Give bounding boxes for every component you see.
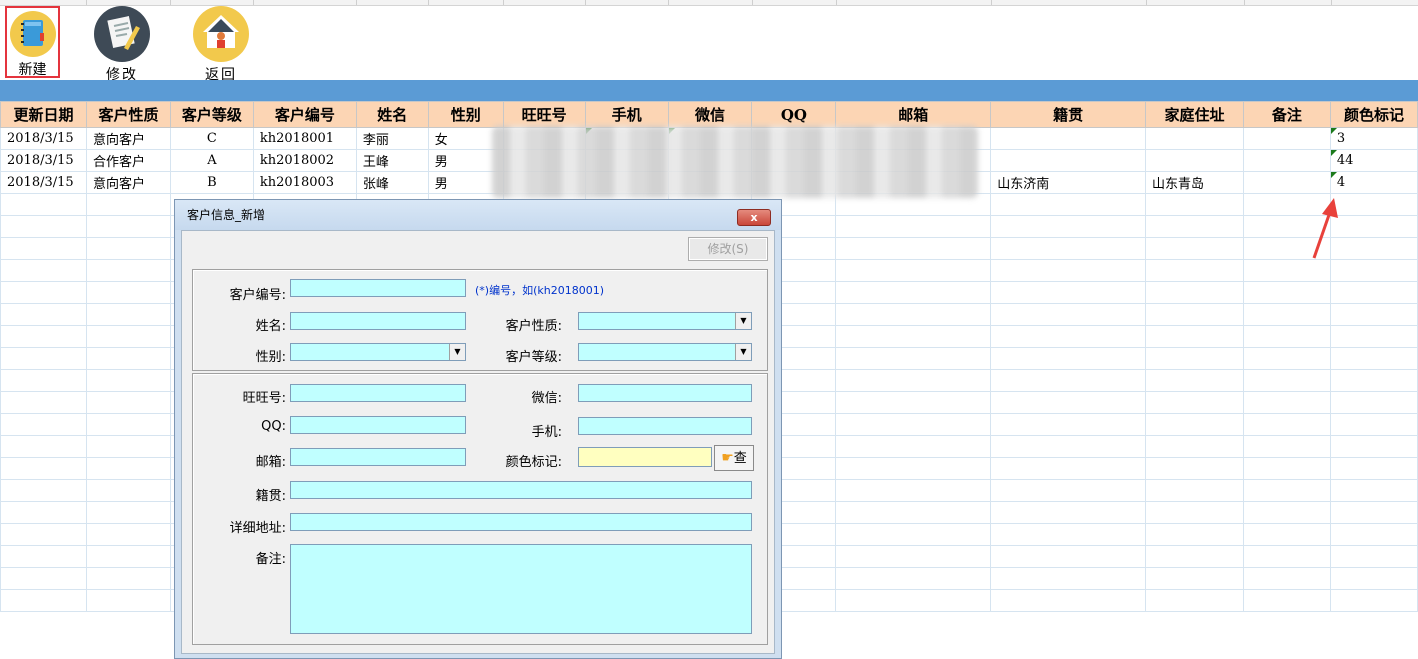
cell-name[interactable]: 张峰 bbox=[355, 171, 429, 194]
wangwang-label: 旺旺号: bbox=[242, 391, 286, 406]
notebook-icon bbox=[9, 11, 56, 57]
cell-color[interactable]: 44 bbox=[1329, 149, 1418, 172]
edit-document-icon bbox=[94, 6, 150, 62]
col-header[interactable]: 籍贯 bbox=[990, 101, 1147, 128]
cell-nature[interactable]: 合作客户 bbox=[85, 149, 171, 172]
customer-dialog: 客户信息_新增 x 修改(S) 客户编号: (*)编号，如(kh2018001)… bbox=[174, 199, 782, 659]
native-label: 籍贯: bbox=[255, 489, 286, 504]
name-label: 姓名: bbox=[255, 319, 286, 334]
home-icon bbox=[193, 6, 249, 62]
cell-color-value: 4 bbox=[1336, 175, 1346, 190]
cell-date[interactable]: 2018/3/15 bbox=[0, 127, 87, 150]
cell-name[interactable]: 王峰 bbox=[355, 149, 429, 172]
cell-native[interactable]: 山东济南 bbox=[990, 171, 1147, 194]
level-select[interactable]: ▼ bbox=[578, 343, 752, 361]
level-label: 客户等级: bbox=[505, 350, 562, 365]
cell-remark[interactable] bbox=[1242, 171, 1331, 194]
cell-level[interactable]: A bbox=[169, 149, 254, 172]
col-header[interactable]: QQ bbox=[751, 101, 837, 128]
col-header[interactable]: 姓名 bbox=[355, 101, 429, 128]
email-input[interactable] bbox=[290, 448, 466, 466]
email-label: 邮箱: bbox=[255, 455, 286, 470]
gender-select[interactable]: ▼ bbox=[290, 343, 466, 361]
cell-native[interactable] bbox=[990, 127, 1147, 150]
edit-toolbar-button[interactable]: 修改 bbox=[92, 6, 152, 84]
cell-name[interactable]: 李丽 bbox=[355, 127, 429, 150]
cell-nature[interactable]: 意向客户 bbox=[85, 127, 171, 150]
cell-level[interactable]: C bbox=[169, 127, 254, 150]
cell-nature[interactable]: 意向客户 bbox=[85, 171, 171, 194]
close-button[interactable]: x bbox=[737, 209, 771, 226]
cell-native[interactable] bbox=[990, 149, 1147, 172]
cell-color[interactable]: 3 bbox=[1329, 127, 1418, 150]
remark-textarea[interactable] bbox=[290, 544, 752, 634]
cell-address[interactable] bbox=[1145, 149, 1244, 172]
cell-remark[interactable] bbox=[1242, 127, 1331, 150]
cell-id[interactable]: kh2018002 bbox=[252, 149, 357, 172]
cell-color-value: 44 bbox=[1336, 153, 1354, 168]
address-input[interactable] bbox=[290, 513, 752, 531]
cell-level[interactable]: B bbox=[169, 171, 254, 194]
new-button[interactable]: 新建 bbox=[5, 6, 60, 78]
address-label: 详细地址: bbox=[229, 521, 286, 536]
cell-color[interactable]: 4 bbox=[1329, 171, 1418, 194]
wechat-input[interactable] bbox=[578, 384, 752, 402]
edit-button[interactable]: 修改(S) bbox=[688, 237, 768, 261]
cell-address[interactable] bbox=[1145, 127, 1244, 150]
col-header[interactable]: 家庭住址 bbox=[1145, 101, 1244, 128]
remark-label: 备注: bbox=[255, 552, 286, 567]
cell-address[interactable]: 山东青岛 bbox=[1145, 171, 1244, 194]
close-icon: x bbox=[750, 211, 758, 224]
cell-date[interactable]: 2018/3/15 bbox=[0, 149, 87, 172]
col-header[interactable]: 性别 bbox=[427, 101, 504, 128]
col-header[interactable]: 邮箱 bbox=[835, 101, 992, 128]
col-header[interactable]: 更新日期 bbox=[0, 101, 87, 128]
wechat-label: 微信: bbox=[531, 391, 562, 406]
col-header[interactable]: 手机 bbox=[584, 101, 669, 128]
annotation-arrow-icon bbox=[1312, 198, 1338, 259]
lookup-button[interactable]: ☛查 bbox=[714, 445, 754, 471]
cell-id[interactable]: kh2018003 bbox=[252, 171, 357, 194]
chevron-down-icon: ▼ bbox=[735, 344, 751, 360]
chevron-down-icon: ▼ bbox=[449, 344, 465, 360]
native-input[interactable] bbox=[290, 481, 752, 499]
hand-pointer-icon: ☛ bbox=[721, 450, 734, 466]
nature-label: 客户性质: bbox=[505, 319, 562, 334]
cell-date[interactable]: 2018/3/15 bbox=[0, 171, 87, 194]
qq-input[interactable] bbox=[290, 416, 466, 434]
lookup-label: 查 bbox=[733, 451, 747, 466]
cust-id-hint: (*)编号，如(kh2018001) bbox=[475, 284, 604, 297]
color-input[interactable] bbox=[578, 447, 712, 467]
col-header[interactable]: 客户性质 bbox=[85, 101, 171, 128]
col-header[interactable]: 旺旺号 bbox=[502, 101, 586, 128]
gender-label: 性别: bbox=[255, 350, 286, 365]
color-label: 颜色标记: bbox=[505, 455, 562, 470]
cell-color-value: 3 bbox=[1336, 131, 1346, 146]
col-header[interactable]: 微信 bbox=[667, 101, 753, 128]
redacted-contact-info bbox=[492, 126, 978, 198]
cust-id-label: 客户编号: bbox=[229, 288, 286, 303]
col-header[interactable]: 客户等级 bbox=[169, 101, 254, 128]
dialog-body: 修改(S) 客户编号: (*)编号，如(kh2018001) 姓名: 客户性质:… bbox=[181, 230, 775, 654]
col-header[interactable]: 颜色标记 bbox=[1329, 101, 1418, 128]
new-label: 新建 bbox=[18, 62, 47, 78]
blue-band bbox=[0, 80, 1418, 101]
col-header[interactable]: 备注 bbox=[1242, 101, 1331, 128]
wangwang-input[interactable] bbox=[290, 384, 466, 402]
chevron-down-icon: ▼ bbox=[735, 313, 751, 329]
name-input[interactable] bbox=[290, 312, 466, 330]
header-row: 更新日期 客户性质 客户等级 客户编号 姓名 性别 旺旺号 手机 微信 QQ 邮… bbox=[0, 101, 1418, 128]
cust-id-input[interactable] bbox=[290, 279, 466, 297]
qq-label: QQ: bbox=[261, 419, 286, 434]
cell-remark[interactable] bbox=[1242, 149, 1331, 172]
col-header[interactable]: 客户编号 bbox=[252, 101, 357, 128]
nature-select[interactable]: ▼ bbox=[578, 312, 752, 330]
phone-input[interactable] bbox=[578, 417, 752, 435]
dialog-title: 客户信息_新增 bbox=[175, 200, 781, 230]
back-button[interactable]: 返回 bbox=[190, 6, 252, 84]
phone-label: 手机: bbox=[531, 425, 562, 440]
cell-id[interactable]: kh2018001 bbox=[252, 127, 357, 150]
